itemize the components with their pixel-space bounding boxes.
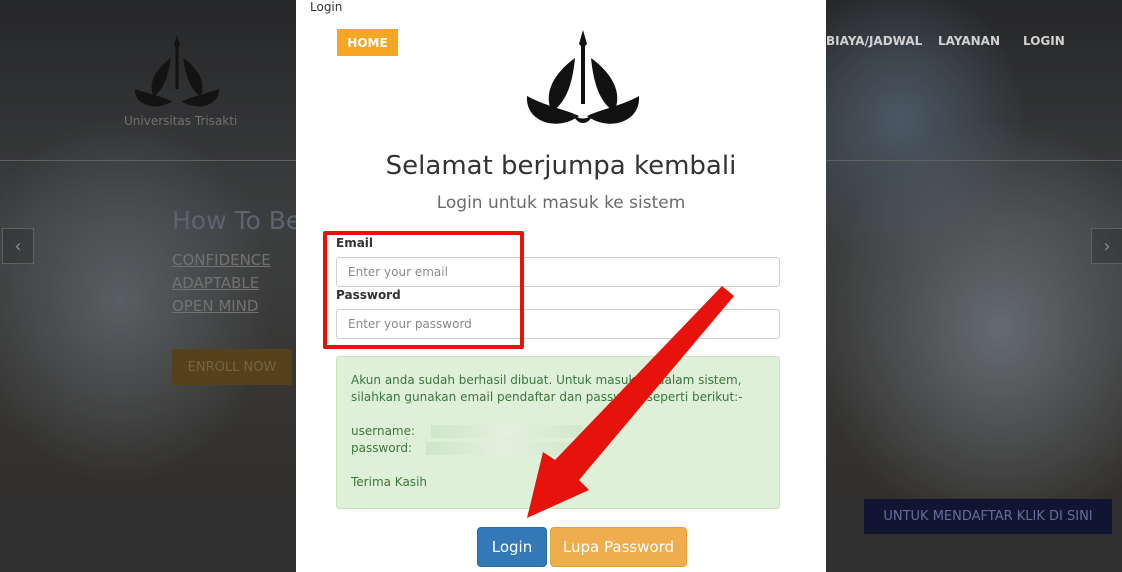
alert-password-label: password: xyxy=(351,441,413,455)
trisakti-logo-icon xyxy=(526,30,640,124)
alert-line-1: Akun anda sudah berhasil dibuat. Untuk m… xyxy=(351,373,742,387)
alert-closing: Terima Kasih xyxy=(351,475,428,489)
modal-title: Login xyxy=(310,0,343,14)
redacted-username xyxy=(431,425,584,438)
alert-line-2: silahkan gunakan email pendaftar dan pas… xyxy=(351,390,743,404)
forgot-password-button[interactable]: Lupa Password xyxy=(550,527,687,567)
redacted-password xyxy=(426,442,579,455)
alert-username-label: username: xyxy=(351,424,416,438)
home-button[interactable]: HOME xyxy=(337,29,398,56)
annotation-highlight-box xyxy=(323,231,524,349)
welcome-heading: Selamat berjumpa kembali xyxy=(385,151,737,181)
login-subheading: Login untuk masuk ke sistem xyxy=(436,193,686,213)
success-alert: Akun anda sudah berhasil dibuat. Untuk m… xyxy=(336,356,780,509)
login-button[interactable]: Login xyxy=(477,527,547,567)
